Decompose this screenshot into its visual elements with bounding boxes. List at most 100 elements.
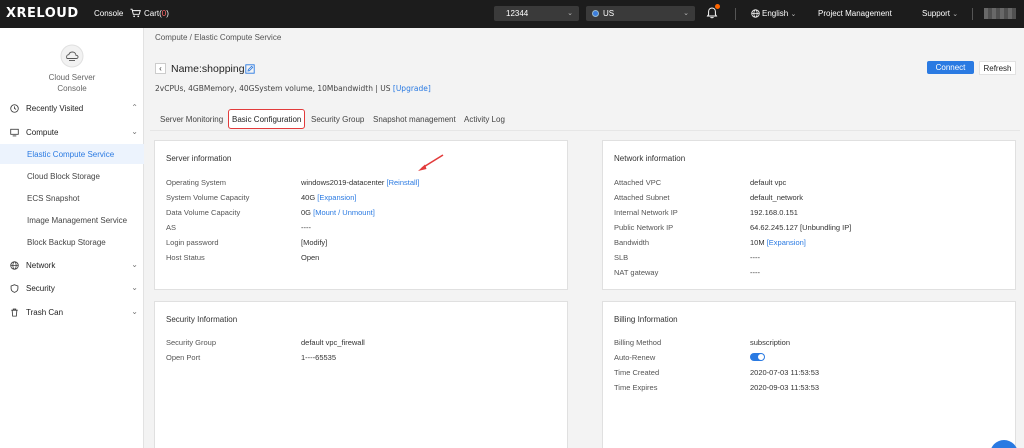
- region-flag-icon: [592, 10, 599, 17]
- mount-unmount-link[interactable]: [Mount / Unmount]: [313, 208, 375, 217]
- sidebar-group-security[interactable]: Security ⌄: [0, 279, 144, 297]
- user-avatar[interactable]: [984, 8, 1016, 19]
- region-select[interactable]: US ⌄: [586, 6, 695, 21]
- support-menu[interactable]: Support ⌄: [922, 9, 958, 18]
- chevron-down-icon: ⌄: [683, 10, 689, 17]
- slb-value: ----: [750, 253, 760, 262]
- language-label: English: [762, 9, 789, 18]
- tab-server-monitoring[interactable]: Server Monitoring: [160, 109, 223, 129]
- panel-title: Network information: [614, 154, 686, 163]
- top-bar: XRELOUD Console Cart(0) 12344 ⌄ US ⌄ Eng…: [0, 0, 1024, 28]
- chevron-down-icon: ⌄: [131, 260, 138, 269]
- server-name: Name:shopping: [171, 63, 245, 75]
- server-specs-text: 2vCPUs, 4GBMemory, 40GSystem volume, 10M…: [155, 84, 393, 93]
- upgrade-link[interactable]: [Upgrade]: [393, 84, 431, 93]
- host-status-value: Open: [301, 253, 320, 262]
- billing-method-value: subscription: [750, 338, 791, 347]
- time-expires-value: 2020-09-03 11:53:53: [750, 383, 820, 392]
- account-select[interactable]: 12344 ⌄: [494, 6, 579, 21]
- data-volume-value: 0G [Mount / Unmount]: [301, 208, 375, 217]
- clock-icon: [10, 103, 19, 113]
- sidebar-group-recently-visited[interactable]: Recently Visited ⌃: [0, 99, 144, 117]
- cart-icon[interactable]: [130, 8, 141, 18]
- sidebar-item-block-backup-storage[interactable]: Block Backup Storage: [0, 232, 144, 252]
- project-management-link[interactable]: Project Management: [818, 9, 892, 18]
- security-information-panel: Security Information Security Group defa…: [154, 301, 568, 448]
- language-select[interactable]: English ⌄: [762, 9, 796, 18]
- modify-password-link[interactable]: [Modify]: [301, 238, 327, 247]
- reinstall-link[interactable]: [Reinstall]: [386, 178, 419, 187]
- region-select-value: US: [603, 9, 615, 18]
- sidebar-item-image-management-service[interactable]: Image Management Service: [0, 210, 144, 230]
- sidebar-group-label: Trash Can: [26, 307, 64, 317]
- as-value: ----: [301, 223, 311, 232]
- brand-logo[interactable]: XRELOUD: [6, 6, 79, 21]
- auto-renew-toggle[interactable]: [750, 353, 765, 361]
- security-group-link[interactable]: default vpc_firewall: [301, 338, 365, 347]
- support-label: Support: [922, 9, 951, 18]
- chevron-down-icon: ⌄: [952, 11, 959, 18]
- globe-icon: [751, 9, 760, 18]
- host-status-label: Host Status: [166, 253, 205, 262]
- console-title-line2: Console: [57, 84, 87, 93]
- monitor-icon: [10, 128, 19, 136]
- login-password-label: Login password: [166, 238, 219, 247]
- as-label: AS: [166, 223, 177, 232]
- console-header: Cloud Server Console: [0, 44, 144, 94]
- sidebar-group-label: Network: [26, 260, 56, 270]
- back-button[interactable]: ‹: [155, 63, 166, 74]
- panel-title: Billing Information: [614, 315, 678, 324]
- sidebar-group-label: Compute: [26, 127, 59, 137]
- internal-ip-label: Internal Network IP: [614, 208, 678, 217]
- attached-vpc-label: Attached VPC: [614, 178, 662, 187]
- os-value: windows2019-datacenter [Reinstall]: [301, 178, 419, 187]
- internal-ip-value: 192.168.0.151: [750, 208, 798, 217]
- sidebar-group-trash-can[interactable]: Trash Can ⌄: [0, 303, 144, 321]
- sidebar-group-label: Recently Visited: [26, 103, 84, 113]
- panel-title: Server information: [166, 154, 232, 163]
- divider: [735, 8, 736, 20]
- chevron-up-icon: ⌃: [131, 103, 138, 112]
- console-link[interactable]: Console: [94, 9, 123, 18]
- security-group-label: Security Group: [166, 338, 217, 347]
- system-volume-value: 40G [Expansion]: [301, 193, 356, 202]
- open-port-value: 1----65535: [301, 353, 337, 362]
- time-created-value: 2020-07-03 11:53:53: [750, 368, 820, 377]
- sidebar-item-elastic-compute-service[interactable]: Elastic Compute Service: [0, 144, 144, 164]
- cart-label: Cart(: [144, 9, 162, 18]
- bandwidth-text: 10M: [750, 238, 765, 247]
- slb-label: SLB: [614, 253, 629, 262]
- chevron-down-icon: ⌄: [131, 283, 138, 292]
- data-volume-text: 0G: [301, 208, 312, 217]
- account-select-value: 12344: [506, 9, 529, 18]
- network-information-panel: Network information Attached VPC default…: [602, 140, 1016, 290]
- sidebar-group-network[interactable]: Network ⌄: [0, 256, 144, 274]
- sidebar-item-cloud-block-storage[interactable]: Cloud Block Storage: [0, 166, 144, 186]
- trash-icon: [11, 308, 18, 317]
- connect-button[interactable]: Connect: [927, 61, 974, 74]
- sidebar-group-compute[interactable]: Compute ⌄: [0, 123, 144, 141]
- tab-divider: [150, 130, 1020, 131]
- tab-snapshot-management[interactable]: Snapshot management: [373, 109, 456, 129]
- time-expires-label: Time Expires: [614, 383, 658, 392]
- billing-information-panel: Billing Information Billing Method subsc…: [602, 301, 1016, 448]
- system-volume-expansion-link[interactable]: [Expansion]: [317, 193, 356, 202]
- bandwidth-expansion-link[interactable]: [Expansion]: [767, 238, 806, 247]
- tab-basic-configuration[interactable]: Basic Configuration: [228, 109, 306, 129]
- sidebar-group-label: Security: [26, 283, 55, 293]
- cart-link[interactable]: Cart(0): [144, 9, 169, 18]
- shield-icon: [10, 283, 19, 293]
- attached-subnet-label: Attached Subnet: [614, 193, 670, 202]
- tab-security-group[interactable]: Security Group: [311, 109, 364, 129]
- annotation-arrow-icon: [418, 154, 444, 171]
- sidebar-item-ecs-snapshot[interactable]: ECS Snapshot: [0, 188, 144, 208]
- panel-title: Security Information: [166, 315, 238, 324]
- os-value-text: windows2019-datacenter: [301, 178, 385, 187]
- refresh-button[interactable]: Refresh: [979, 61, 1016, 75]
- nat-gateway-value: ----: [750, 268, 760, 277]
- attached-vpc-link[interactable]: default vpc: [750, 178, 786, 187]
- edit-icon[interactable]: [245, 64, 255, 74]
- attached-subnet-link[interactable]: default_network: [750, 193, 803, 202]
- tab-activity-log[interactable]: Activity Log: [464, 109, 505, 129]
- os-label: Operating System: [166, 178, 227, 187]
